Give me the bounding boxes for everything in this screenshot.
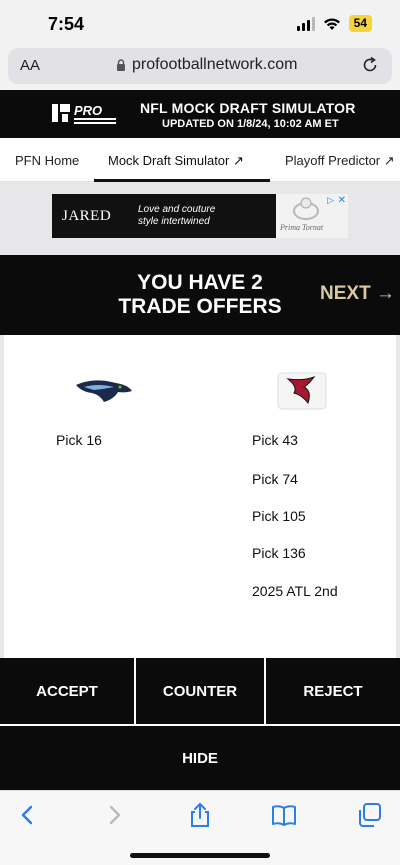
reader-aa-button[interactable]: AA <box>20 57 40 74</box>
home-indicator <box>130 853 270 858</box>
nav-item-pfn-home[interactable]: PFN Home <box>15 153 79 168</box>
right-pick-4: Pick 136 <box>252 545 306 561</box>
right-pick-1: Pick 43 <box>252 432 298 448</box>
page-title: NFL MOCK DRAFT SIMULATOR <box>140 100 356 116</box>
logo-text: PRO <box>74 103 102 118</box>
pfn-logo[interactable]: PRO <box>50 100 120 128</box>
falcons-logo <box>277 372 327 410</box>
address-bar[interactable]: AA profootballnetwork.com <box>8 48 392 84</box>
nav-item-mock-draft-simulator[interactable]: Mock Draft Simulator ↗ <box>108 153 244 169</box>
lock-icon <box>117 59 125 71</box>
back-icon[interactable] <box>14 801 42 829</box>
reject-button[interactable]: REJECT <box>266 658 400 724</box>
browser-chrome: AA profootballnetwork.com <box>0 48 400 90</box>
cellular-signal-icon <box>296 16 315 31</box>
ad-copy: Love and couture style intertwined <box>138 204 215 228</box>
bookmarks-icon[interactable] <box>270 801 298 829</box>
url-text: profootballnetwork.com <box>132 56 298 73</box>
forward-icon[interactable] <box>100 801 128 829</box>
right-pick-5: 2025 ATL 2nd <box>252 583 338 599</box>
right-pick-2: Pick 74 <box>252 471 298 487</box>
status-time: 7:54 <box>48 14 85 34</box>
updated-timestamp: UPDATED ON 1/8/24, 10:02 AM ET <box>162 118 339 130</box>
reload-icon[interactable] <box>360 55 380 75</box>
battery-indicator: 54 <box>348 15 372 32</box>
ad-copy-line1: Love and couture <box>138 204 216 215</box>
trade-action-bar: ACCEPT COUNTER REJECT <box>0 658 400 724</box>
counter-button[interactable]: COUNTER <box>136 658 264 724</box>
wifi-icon <box>323 18 340 30</box>
hide-bar: HIDE <box>0 724 400 790</box>
left-pick-1: Pick 16 <box>56 432 102 448</box>
site-header: PRO NFL MOCK DRAFT SIMULATOR UPDATED ON … <box>0 90 400 138</box>
ad-copy-line2: style intertwined <box>138 216 210 227</box>
site-nav: PFN Home Mock Draft Simulator ↗ Playoff … <box>0 138 400 182</box>
tabs-icon[interactable] <box>355 801 383 829</box>
ad-banner[interactable]: JARED Love and couture style intertwined… <box>52 194 348 238</box>
nav-item-playoff-predictor[interactable]: Playoff Predictor ↗ <box>285 153 395 169</box>
next-offer-button[interactable]: NEXT → <box>320 283 395 305</box>
ad-brand: JARED <box>62 208 112 224</box>
url-display[interactable]: profootballnetwork.com <box>116 56 297 74</box>
share-icon[interactable] <box>186 801 214 829</box>
trade-offer-panel: Pick 16 Pick 43 Pick 74 Pick 105 Pick 13… <box>4 335 396 658</box>
ad-signature: Prima Tornat <box>280 223 324 232</box>
status-indicators: 54 <box>296 15 372 32</box>
right-pick-3: Pick 105 <box>252 508 306 524</box>
hide-button[interactable]: HIDE <box>0 726 400 790</box>
accept-button[interactable]: ACCEPT <box>0 658 134 724</box>
status-bar: 7:54 54 <box>0 0 400 48</box>
ad-close-icon[interactable]: ✕ <box>338 195 346 206</box>
ad-choices-icon[interactable]: ▷ <box>327 195 334 206</box>
seahawks-logo <box>76 380 132 402</box>
